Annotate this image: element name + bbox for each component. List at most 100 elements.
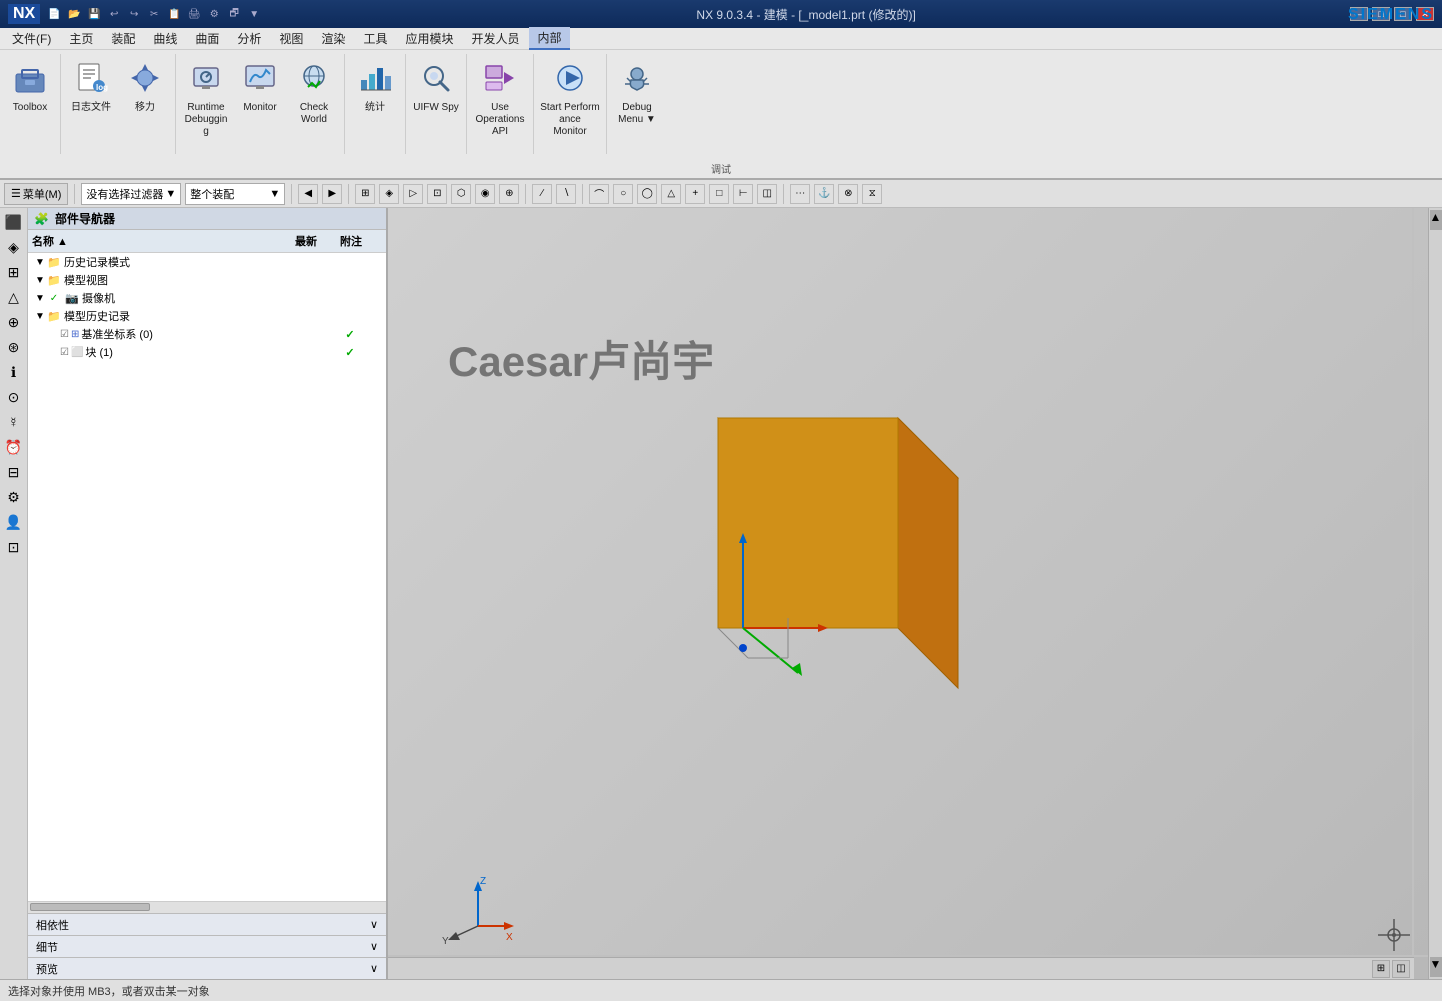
sel-icon-4[interactable]: ⊡: [427, 184, 447, 204]
move-button[interactable]: 移力: [119, 54, 171, 134]
scroll-up-btn[interactable]: ▲: [1430, 210, 1442, 230]
sel-icon-2[interactable]: ◈: [379, 184, 399, 204]
tree-row-block[interactable]: ☑ ⬜ 块 (1) ✓: [28, 343, 386, 361]
menu-modules[interactable]: 应用模块: [397, 28, 461, 49]
collapse-dependencies[interactable]: 相依性 ∨: [28, 913, 386, 935]
open-icon[interactable]: 📂: [66, 6, 82, 22]
nav-back[interactable]: ◀: [298, 184, 318, 204]
menu-button[interactable]: ☰ 菜单(M): [4, 183, 68, 205]
menu-developer[interactable]: 开发人员: [463, 28, 527, 49]
sel-icon-1[interactable]: ⊞: [355, 184, 375, 204]
assembly-dropdown[interactable]: 整个装配 ▼: [185, 183, 285, 205]
more-icon-1[interactable]: ⋯: [790, 184, 810, 204]
viewport[interactable]: Caesar卢尚宇: [388, 208, 1428, 979]
left-icon-9[interactable]: ☿: [2, 410, 26, 434]
tree-row-history-mode[interactable]: ▼ 📁 历史记录模式: [28, 253, 386, 271]
menu-tools[interactable]: 工具: [355, 28, 395, 49]
useops-button[interactable]: UseOperations API: [471, 54, 529, 140]
redo-icon[interactable]: ↪: [126, 6, 142, 22]
sel-icon-5[interactable]: ⬡: [451, 184, 471, 204]
vp-btn-1[interactable]: ⊞: [1372, 960, 1390, 978]
left-icon-4[interactable]: △: [2, 285, 26, 309]
menu-render[interactable]: 渲染: [313, 28, 353, 49]
status-text: 选择对象并使用 MB3，或者双击某一对象: [8, 983, 210, 999]
tree-row-model-history[interactable]: ▼ 📁 模型历史记录: [28, 307, 386, 325]
expand-model-history[interactable]: ▼: [34, 311, 46, 322]
debug-button[interactable]: DebugMenu ▼: [611, 54, 663, 134]
menu-file[interactable]: 文件(F): [4, 28, 59, 49]
sel-icon-7[interactable]: ⊕: [499, 184, 519, 204]
collapse-prev-icon: ∨: [370, 962, 378, 975]
settings-icon[interactable]: ⚙: [206, 6, 222, 22]
tree-row-camera[interactable]: ▼ ✓ 📷 摄像机: [28, 289, 386, 307]
left-icon-8[interactable]: ⊙: [2, 385, 26, 409]
left-icon-3[interactable]: ⊞: [2, 260, 26, 284]
save-icon[interactable]: 💾: [86, 6, 102, 22]
expand-history[interactable]: ▼: [34, 257, 46, 268]
left-icon-12[interactable]: ⚙: [2, 485, 26, 509]
menu-internal[interactable]: 内部: [529, 27, 569, 50]
nav-bottom: 相依性 ∨ 细节 ∨ 预览 ∨: [28, 913, 386, 979]
scroll-down-btn[interactable]: ▼: [1430, 957, 1442, 977]
more-icon-3[interactable]: ⊗: [838, 184, 858, 204]
snap-icon-2[interactable]: ∖: [556, 184, 576, 204]
uifw-button[interactable]: UIFW Spy: [410, 54, 462, 134]
nav-forward[interactable]: ▶: [322, 184, 342, 204]
stats-button[interactable]: 统计: [349, 54, 401, 134]
startperf-button[interactable]: Start PerformanceMonitor: [538, 54, 602, 140]
collapse-details[interactable]: 细节 ∨: [28, 935, 386, 957]
curve-icon-1[interactable]: ⌒: [589, 184, 609, 204]
curve-icon-4[interactable]: △: [661, 184, 681, 204]
menu-view[interactable]: 视图: [271, 28, 311, 49]
menu-assembly[interactable]: 装配: [103, 28, 143, 49]
left-icon-11[interactable]: ⊟: [2, 460, 26, 484]
left-icon-2[interactable]: ◈: [2, 235, 26, 259]
checkworld-button[interactable]: CheckWorld: [288, 54, 340, 134]
left-icon-1[interactable]: ⬛: [2, 210, 26, 234]
nav-scroll-thumb[interactable]: [30, 903, 150, 911]
right-scrollbar[interactable]: ▲ ▼: [1428, 208, 1442, 979]
filter-dropdown[interactable]: 没有选择过滤器 ▼: [81, 183, 181, 205]
expand-camera[interactable]: ▼: [34, 293, 46, 304]
runtime-label: RuntimeDebugging: [182, 102, 230, 138]
menu-analysis[interactable]: 分析: [229, 28, 269, 49]
left-icon-7[interactable]: ℹ: [2, 360, 26, 384]
logfile-button[interactable]: log 日志文件: [65, 54, 117, 134]
curve-icon-3[interactable]: ◯: [637, 184, 657, 204]
menu-home[interactable]: 主页: [61, 28, 101, 49]
menu-label: 菜单(M): [23, 186, 62, 202]
tree-row-datum[interactable]: ☑ ⊞ 基准坐标系 (0) ✓: [28, 325, 386, 343]
left-icon-6[interactable]: ⊛: [2, 335, 26, 359]
more-icon-2[interactable]: ⚓: [814, 184, 834, 204]
left-icon-5[interactable]: ⊕: [2, 310, 26, 334]
curve-icon-2[interactable]: ○: [613, 184, 633, 204]
dropdown-icon[interactable]: ▼: [246, 6, 262, 22]
left-icon-13[interactable]: 👤: [2, 510, 26, 534]
nav-scrollbar-h[interactable]: [28, 901, 386, 913]
print-icon[interactable]: 🖨: [186, 6, 202, 22]
new-icon[interactable]: 📄: [46, 6, 62, 22]
sel-icon-3[interactable]: ▷: [403, 184, 423, 204]
snap-icon-3[interactable]: +: [685, 184, 705, 204]
cut-icon[interactable]: ✂: [146, 6, 162, 22]
snap-icon-5[interactable]: ⊢: [733, 184, 753, 204]
tree-row-model-view[interactable]: ▼ 📁 模型视图: [28, 271, 386, 289]
snap-icon-6[interactable]: ◫: [757, 184, 777, 204]
menu-surface[interactable]: 曲面: [187, 28, 227, 49]
left-icon-10[interactable]: ⏰: [2, 435, 26, 459]
more-icon-4[interactable]: ⧖: [862, 184, 882, 204]
snap-icon-4[interactable]: □: [709, 184, 729, 204]
vp-btn-2[interactable]: ◫: [1392, 960, 1410, 978]
expand-model-view[interactable]: ▼: [34, 275, 46, 286]
undo-icon[interactable]: ↩: [106, 6, 122, 22]
menu-curve[interactable]: 曲线: [145, 28, 185, 49]
left-icon-14[interactable]: ⊡: [2, 535, 26, 559]
copy-icon[interactable]: 📋: [166, 6, 182, 22]
toolbox-button[interactable]: Toolbox: [4, 54, 56, 134]
runtime-button[interactable]: RuntimeDebugging: [180, 54, 232, 140]
collapse-preview[interactable]: 预览 ∨: [28, 957, 386, 979]
window-icon[interactable]: 🗗: [226, 6, 242, 22]
sel-icon-6[interactable]: ◉: [475, 184, 495, 204]
monitor-button[interactable]: Monitor: [234, 54, 286, 134]
snap-icon-1[interactable]: ∕: [532, 184, 552, 204]
